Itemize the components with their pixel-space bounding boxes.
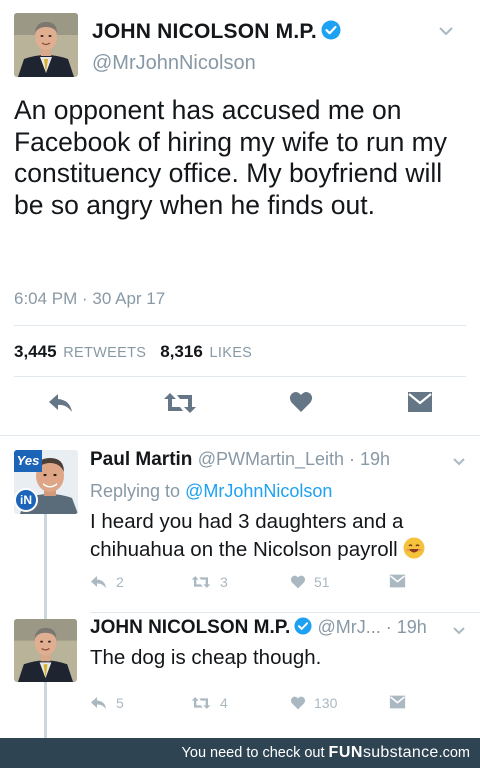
reply-meta[interactable]: @PWMartin_Leith · 19h: [198, 449, 390, 469]
like-count: 51: [314, 574, 330, 590]
reply-author-name[interactable]: Paul Martin: [90, 449, 192, 470]
divider: [90, 612, 480, 613]
retweets-count: 3,445: [14, 342, 57, 361]
verified-badge-icon: [321, 20, 341, 46]
thread-line: [44, 514, 47, 612]
like-action[interactable]: 130: [290, 695, 337, 711]
reply-tweet: Yes iN Paul Martin @PWMartin_Leith · 19h…: [0, 436, 480, 612]
retweet-count: 4: [220, 695, 228, 711]
reply-header: JOHN NICOLSON M.P. @MrJ... · 19h: [90, 617, 427, 641]
reply-count: 5: [116, 695, 124, 711]
reply-tweet: JOHN NICOLSON M.P. @MrJ... · 19h The dog…: [0, 612, 480, 738]
retweet-action[interactable]: 3: [190, 574, 228, 590]
retweet-action[interactable]: 4: [190, 695, 228, 711]
reply-action[interactable]: 5: [90, 695, 124, 711]
chevron-down-icon[interactable]: [452, 623, 466, 641]
smile-emoji-icon: [403, 537, 425, 567]
likes-count: 8,316: [160, 342, 203, 361]
like-count: 130: [314, 695, 338, 711]
retweet-icon: [191, 697, 211, 709]
yes-badge: Yes: [14, 450, 42, 472]
author-avatar[interactable]: [14, 13, 78, 77]
reply-text: The dog is cheap though.: [90, 646, 322, 669]
message-action[interactable]: [389, 574, 406, 588]
retweet-icon[interactable]: [163, 391, 197, 420]
tweet-text: An opponent has accused me on Facebook o…: [14, 95, 448, 220]
like-action[interactable]: 51: [290, 574, 330, 590]
reply-icon[interactable]: [47, 391, 75, 420]
replying-to: Replying to @MrJohnNicolson: [90, 481, 332, 502]
reply-icon: [91, 697, 106, 709]
message-icon: [389, 574, 406, 588]
reply-actions: 2 3 51: [0, 574, 480, 594]
author-name[interactable]: JOHN NICOLSON M.P.: [92, 20, 341, 46]
replying-prefix: Replying to: [90, 481, 186, 501]
verified-badge-icon: [294, 617, 312, 641]
message-action[interactable]: [389, 695, 406, 709]
thread-line: [44, 612, 47, 619]
heart-icon: [290, 575, 306, 589]
divider: [14, 376, 466, 377]
reply-avatar[interactable]: [14, 619, 77, 682]
reply-text: I heard you had 3 daughters and a chihua…: [90, 508, 465, 567]
reply-count: 2: [116, 574, 124, 590]
watermark-footer: You need to check out FUNsubstance.com: [0, 738, 480, 768]
retweet-icon: [191, 576, 211, 588]
likes-label: LIKES: [209, 345, 253, 361]
reply-author-name[interactable]: JOHN NICOLSON M.P.: [90, 617, 290, 638]
message-icon: [389, 695, 406, 709]
footer-brand-bold: FUN: [328, 744, 363, 761]
divider: [14, 325, 466, 326]
footer-text: You need to check out: [181, 745, 329, 761]
reply-header: Paul Martin @PWMartin_Leith · 19h: [90, 449, 390, 471]
reply-meta[interactable]: @MrJ... · 19h: [318, 617, 427, 637]
footer-brand-suffix: .com: [438, 745, 470, 761]
heart-icon: [290, 696, 306, 710]
reply-action[interactable]: 2: [90, 574, 124, 590]
retweets-stat[interactable]: 3,445 RETWEETS: [14, 342, 146, 361]
reply-icon: [91, 576, 106, 588]
footer-brand-rest: substance: [362, 744, 439, 761]
retweet-count: 3: [220, 574, 228, 590]
replying-to-handle[interactable]: @MrJohnNicolson: [185, 481, 332, 501]
tweet-timestamp[interactable]: 6:04 PM · 30 Apr 17: [14, 289, 165, 309]
message-icon[interactable]: [407, 391, 433, 418]
chevron-down-icon[interactable]: [452, 454, 466, 472]
heart-icon[interactable]: [289, 391, 313, 418]
reply-actions: 5 4 130: [0, 695, 480, 715]
retweets-label: RETWEETS: [63, 345, 147, 361]
tweet-stats: 3,445 RETWEETS 8,316 LIKES: [14, 342, 252, 362]
likes-stat[interactable]: 8,316 LIKES: [160, 342, 252, 361]
chevron-down-icon[interactable]: [438, 24, 454, 42]
tweet-actions: [0, 391, 480, 419]
reply-avatar[interactable]: Yes iN: [14, 450, 78, 514]
author-handle[interactable]: @MrJohnNicolson: [92, 52, 256, 75]
in-badge: iN: [14, 488, 38, 512]
main-tweet: JOHN NICOLSON M.P. @MrJohnNicolson An op…: [0, 0, 480, 436]
